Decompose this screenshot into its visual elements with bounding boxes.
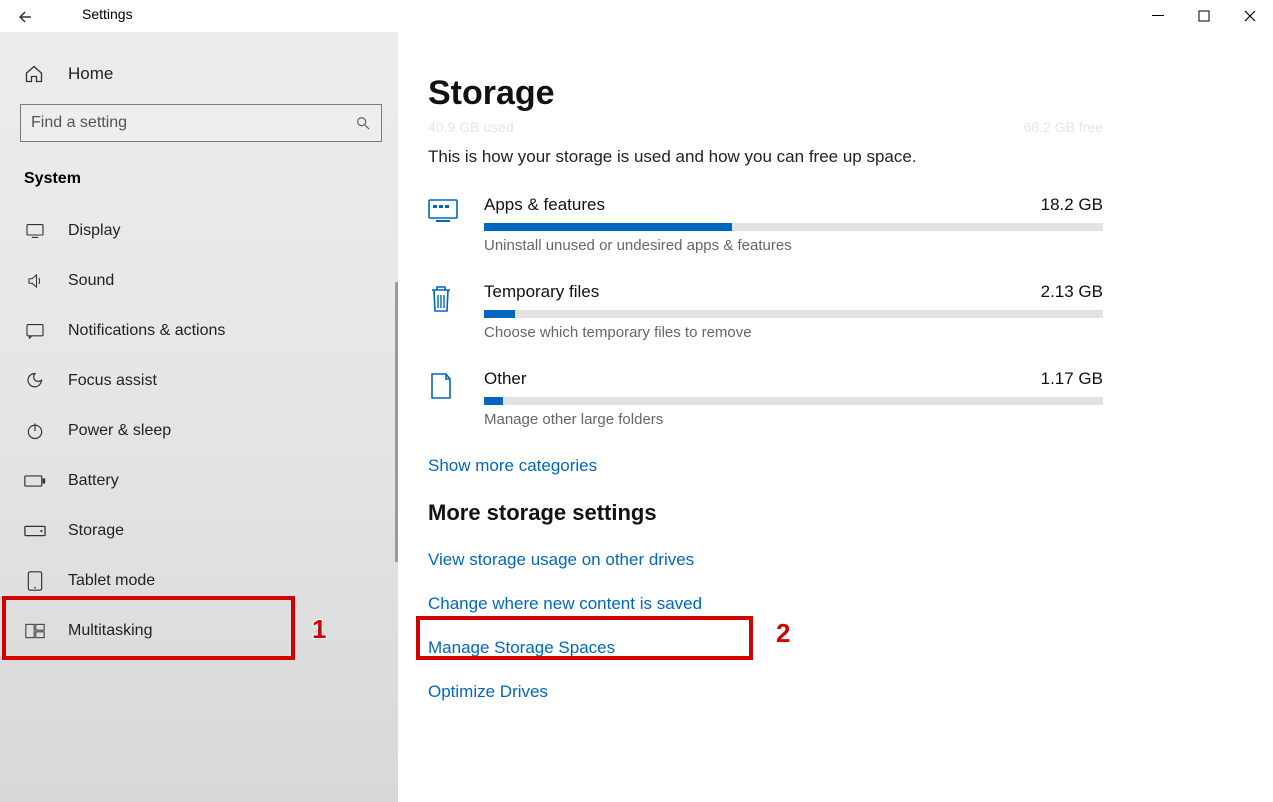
link-storage-spaces[interactable]: Manage Storage Spaces [428, 638, 1213, 658]
link-optimize-drives[interactable]: Optimize Drives [428, 682, 1213, 702]
apps-icon [428, 195, 464, 254]
category-sub: Manage other large folders [484, 411, 1103, 428]
sidebar-item-label: Display [68, 222, 120, 240]
sidebar-item-label: Focus assist [68, 372, 157, 390]
tablet-icon [24, 571, 46, 591]
category-size: 1.17 GB [1041, 369, 1103, 389]
focus-assist-icon [24, 371, 46, 391]
category-name: Other [484, 369, 527, 389]
home-nav[interactable]: Home [20, 56, 382, 104]
link-change-save-location[interactable]: Change where new content is saved [428, 594, 1213, 614]
titlebar: Settings [0, 0, 1273, 32]
category-temp[interactable]: Temporary files 2.13 GB Choose which temp… [428, 282, 1213, 341]
sidebar-item-label: Sound [68, 272, 114, 290]
back-button[interactable] [16, 8, 34, 26]
show-more-link[interactable]: Show more categories [428, 456, 1213, 476]
sidebar-item-label: Storage [68, 522, 124, 540]
category-name: Apps & features [484, 195, 605, 215]
app-title: Settings [82, 6, 133, 22]
category-size: 2.13 GB [1041, 282, 1103, 302]
ghost-free: 68.2 GB free [1024, 119, 1103, 135]
category-name: Temporary files [484, 282, 599, 302]
search-icon [355, 115, 371, 131]
sidebar-item-display[interactable]: Display [20, 206, 382, 256]
section-title: System [20, 166, 382, 206]
sidebar-item-battery[interactable]: Battery [20, 456, 382, 506]
close-icon [1244, 10, 1256, 22]
link-other-drives[interactable]: View storage usage on other drives [428, 550, 1213, 570]
category-sub: Choose which temporary files to remove [484, 324, 1103, 341]
sidebar-item-power-sleep[interactable]: Power & sleep [20, 406, 382, 456]
sidebar-item-label: Power & sleep [68, 422, 171, 440]
more-settings-head: More storage settings [428, 500, 1213, 526]
arrow-left-icon [16, 8, 34, 26]
sidebar-item-tablet-mode[interactable]: Tablet mode [20, 556, 382, 606]
home-icon [24, 64, 44, 84]
minimize-icon [1152, 10, 1164, 22]
multitasking-icon [24, 623, 46, 639]
body: Home System Display Sound [0, 32, 1273, 802]
ghost-used: 40.9 GB used [428, 119, 514, 135]
sidebar-item-label: Tablet mode [68, 572, 155, 590]
sidebar-item-sound[interactable]: Sound [20, 256, 382, 306]
notifications-icon [24, 323, 46, 339]
settings-window: Settings Home [0, 0, 1273, 802]
storage-desc: This is how your storage is used and how… [428, 147, 1213, 167]
page-title: Storage [428, 74, 1213, 113]
sidebar-item-label: Notifications & actions [68, 322, 225, 340]
sidebar-item-multitasking[interactable]: Multitasking [20, 606, 382, 656]
sidebar-item-storage[interactable]: Storage [20, 506, 382, 556]
sidebar-item-notifications[interactable]: Notifications & actions [20, 306, 382, 356]
minimize-button[interactable] [1135, 0, 1181, 32]
category-bar [484, 397, 1103, 405]
category-sub: Uninstall unused or undesired apps & fea… [484, 237, 1103, 254]
folder-icon [428, 369, 464, 428]
sidebar: Home System Display Sound [0, 32, 398, 802]
sidebar-item-label: Battery [68, 472, 119, 490]
battery-icon [24, 474, 46, 488]
category-apps[interactable]: Apps & features 18.2 GB Uninstall unused … [428, 195, 1213, 254]
search-box[interactable] [20, 104, 382, 142]
maximize-button[interactable] [1181, 0, 1227, 32]
category-other[interactable]: Other 1.17 GB Manage other large folders [428, 369, 1213, 428]
category-bar [484, 223, 1103, 231]
category-bar [484, 310, 1103, 318]
main-panel: Storage 40.9 GB used 68.2 GB free This i… [398, 32, 1273, 802]
window-controls [1135, 0, 1273, 32]
ghost-usage-row: 40.9 GB used 68.2 GB free [428, 119, 1213, 135]
category-size: 18.2 GB [1041, 195, 1103, 215]
maximize-icon [1198, 10, 1210, 22]
storage-icon [24, 525, 46, 537]
sidebar-item-focus-assist[interactable]: Focus assist [20, 356, 382, 406]
search-input[interactable] [31, 114, 355, 132]
trash-icon [428, 282, 464, 341]
display-icon [24, 223, 46, 239]
power-icon [24, 421, 46, 441]
sound-icon [24, 272, 46, 290]
sidebar-item-label: Multitasking [68, 622, 152, 640]
home-label: Home [68, 64, 113, 84]
close-button[interactable] [1227, 0, 1273, 32]
